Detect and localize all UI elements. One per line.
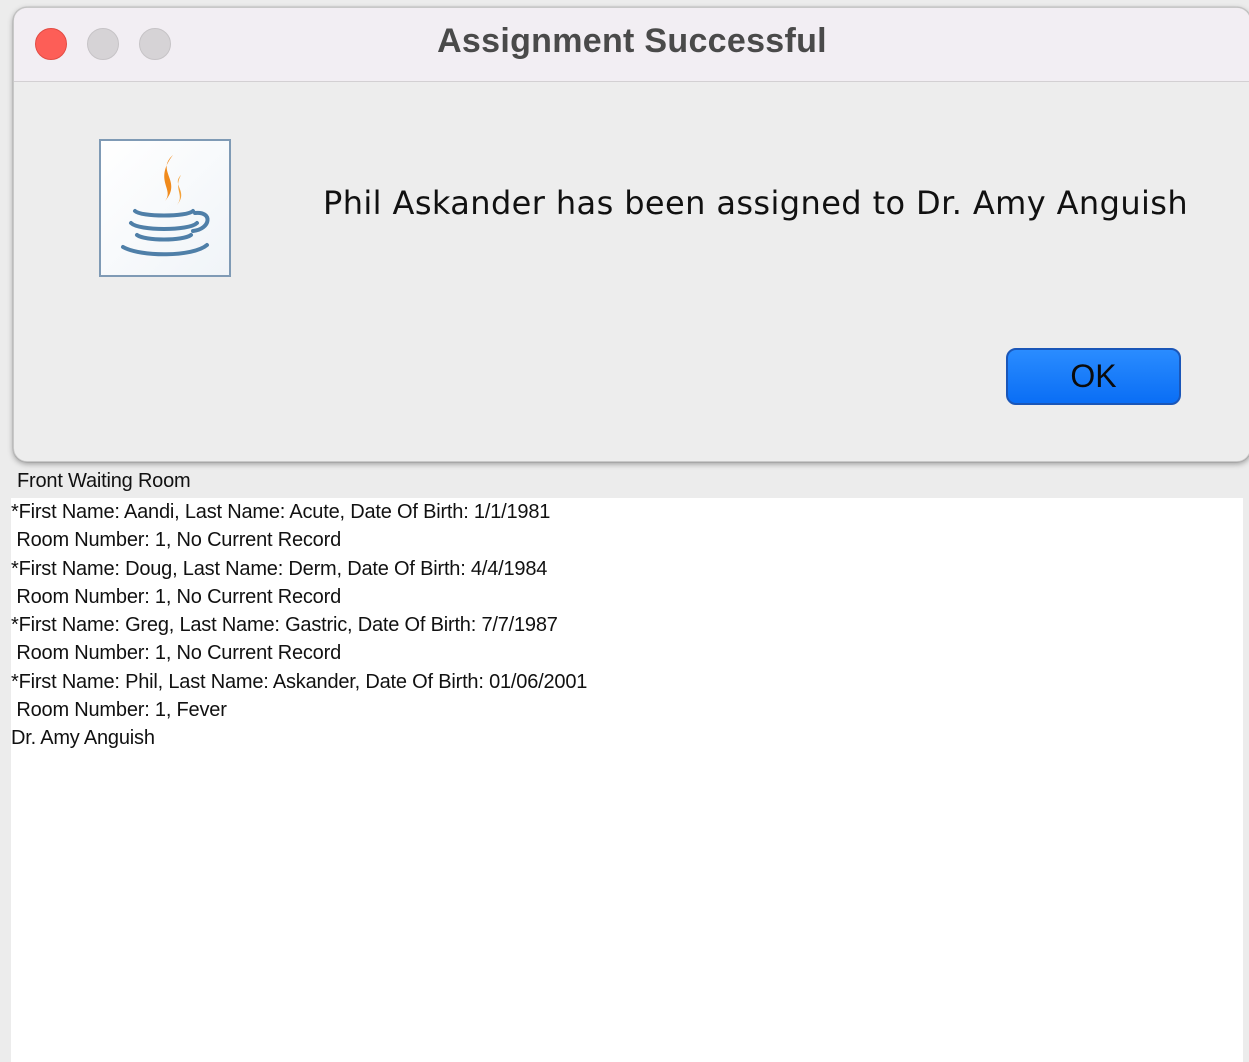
ok-button[interactable]: OK bbox=[1006, 348, 1181, 405]
text-line: *First Name: Greg, Last Name: Gastric, D… bbox=[11, 614, 558, 637]
waiting-room-text-area[interactable]: *First Name: Aandi, Last Name: Acute, Da… bbox=[11, 498, 1243, 1062]
text-line: *First Name: Doug, Last Name: Derm, Date… bbox=[11, 557, 548, 580]
text-line: Room Number: 1, No Current Record bbox=[11, 529, 341, 552]
text-line: *First Name: Aandi, Last Name: Acute, Da… bbox=[11, 501, 551, 523]
dialog-titlebar[interactable]: Assignment Successful bbox=[14, 8, 1249, 82]
dialog-title: Assignment Successful bbox=[437, 22, 827, 60]
java-coffee-cup-icon bbox=[99, 139, 231, 277]
text-line: Dr. Amy Anguish bbox=[11, 727, 155, 750]
text-line: Room Number: 1, No Current Record bbox=[11, 642, 341, 665]
text-line: Room Number: 1, No Current Record bbox=[11, 585, 341, 608]
panel-title: Front Waiting Room bbox=[17, 470, 191, 492]
text-line: Room Number: 1, Fever bbox=[11, 699, 227, 722]
text-line: *First Name: Phil, Last Name: Askander, … bbox=[11, 670, 588, 693]
waiting-room-lines: *First Name: Aandi, Last Name: Acute, Da… bbox=[11, 498, 1243, 753]
assignment-dialog: Assignment Successful Phil Askander has … bbox=[13, 7, 1249, 462]
dialog-message: Phil Askander has been assigned to Dr. A… bbox=[323, 184, 1189, 222]
